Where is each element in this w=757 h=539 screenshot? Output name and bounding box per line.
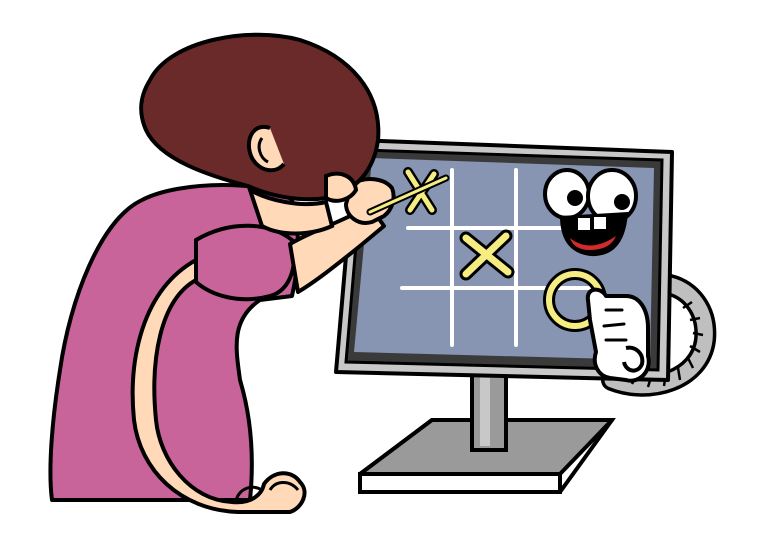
monitor-stand <box>358 368 616 494</box>
robot-glove-icon <box>585 287 651 383</box>
illustration-scene <box>0 0 757 539</box>
tic-tac-toe-illustration <box>48 32 717 514</box>
